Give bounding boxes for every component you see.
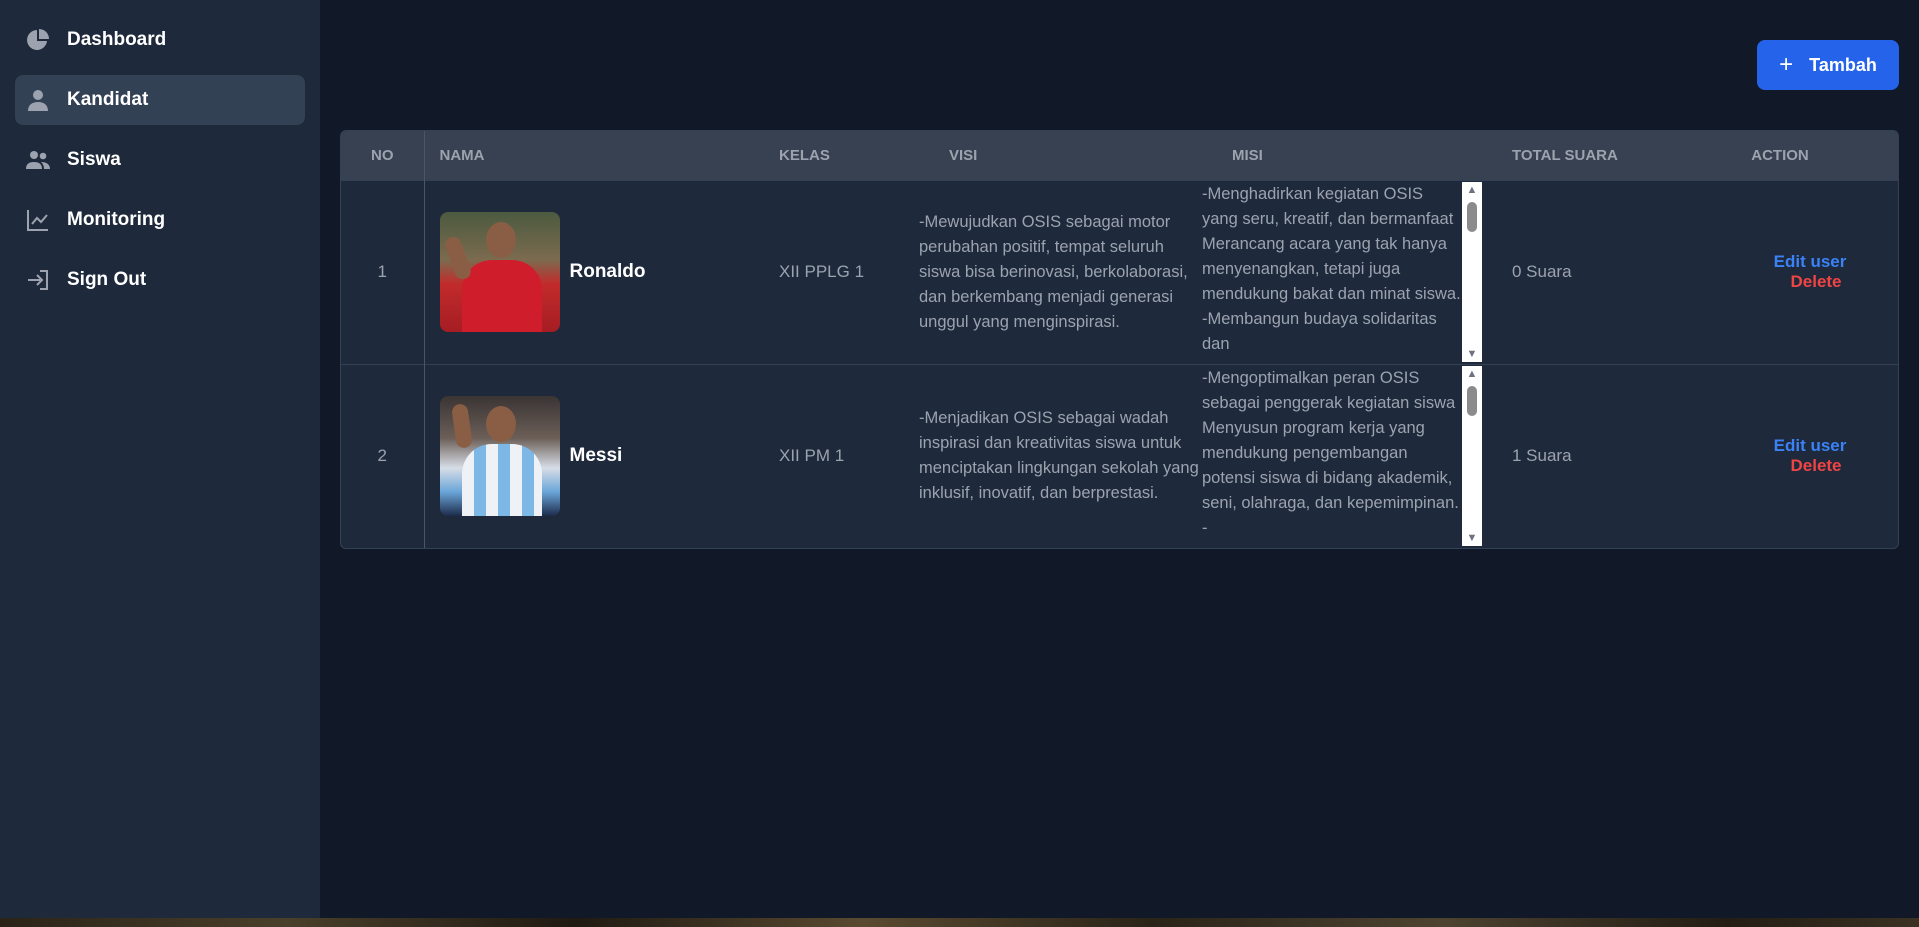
sidebar-item-dashboard[interactable]: Dashboard [15, 15, 305, 65]
scrollbar-thumb[interactable] [1467, 202, 1477, 232]
header-no: NO [341, 131, 425, 180]
user-icon [25, 87, 51, 113]
plus-icon: + [1779, 51, 1794, 78]
sidebar: Dashboard Kandidat Siswa Monitoring Sign… [0, 0, 320, 918]
header-kelas: KELAS [779, 131, 919, 180]
scrollbar-thumb[interactable] [1467, 386, 1477, 417]
main-content: + Tambah NO NAMA KELAS VISI MISI TOTAL S… [320, 0, 1919, 918]
misi-scroll-box[interactable]: -Mengoptimalkan peran OSIS sebagai pengg… [1202, 366, 1482, 547]
scroll-up-icon[interactable]: ▲ [1462, 366, 1482, 382]
misi-scroll-box[interactable]: -Menghadirkan kegiatan OSIS yang seru, k… [1202, 182, 1482, 362]
add-button-label: Tambah [1809, 54, 1877, 75]
header-visi: VISI [919, 131, 1202, 180]
row-action-cell: Edit user Delete [1722, 180, 1898, 364]
candidate-photo [439, 212, 560, 332]
add-button[interactable]: + Tambah [1757, 40, 1899, 90]
table-row: 1 Ronaldo XII PPLG 1 -Mewujudkan OSIS se… [341, 180, 1898, 364]
sidebar-item-kandidat[interactable]: Kandidat [15, 75, 305, 125]
line-chart-icon [25, 207, 51, 233]
scroll-down-icon[interactable]: ▼ [1462, 346, 1482, 362]
row-no: 2 [341, 364, 425, 548]
row-total-suara: 1 Suara [1512, 446, 1572, 466]
sidebar-item-label: Siswa [67, 149, 121, 170]
row-visi: -Mewujudkan OSIS sebagai motor perubahan… [919, 212, 1188, 331]
edit-user-link[interactable]: Edit user [1722, 436, 1898, 456]
row-no: 1 [341, 180, 425, 364]
edit-user-link[interactable]: Edit user [1722, 252, 1898, 272]
row-visi: -Menjadikan OSIS sebagai wadah inspirasi… [919, 409, 1199, 503]
sidebar-item-monitoring[interactable]: Monitoring [15, 195, 305, 245]
sidebar-item-siswa[interactable]: Siswa [15, 135, 305, 185]
scrollbar[interactable]: ▲ ▼ [1462, 366, 1482, 547]
candidate-photo [439, 396, 560, 517]
candidate-table: NO NAMA KELAS VISI MISI TOTAL SUARA ACTI… [340, 130, 1899, 549]
scroll-up-icon[interactable]: ▲ [1462, 182, 1482, 198]
sign-out-icon [25, 267, 51, 293]
row-total-suara: 0 Suara [1512, 262, 1572, 281]
candidate-name: Ronaldo [569, 261, 646, 282]
row-nama-cell: Ronaldo [424, 180, 779, 364]
delete-link[interactable]: Delete [1734, 456, 1898, 476]
row-visi-cell: -Menjadikan OSIS sebagai wadah inspirasi… [919, 364, 1202, 548]
row-misi: -Mengoptimalkan peran OSIS sebagai pengg… [1202, 369, 1459, 538]
pie-chart-icon [25, 27, 51, 53]
candidate-name: Messi [569, 445, 623, 467]
row-misi: -Menghadirkan kegiatan OSIS yang seru, k… [1202, 185, 1461, 353]
sidebar-item-sign-out[interactable]: Sign Out [15, 255, 305, 305]
sidebar-item-label: Sign Out [67, 269, 147, 290]
header-misi: MISI [1202, 131, 1482, 180]
background-strip [0, 918, 1919, 927]
sidebar-item-label: Kandidat [67, 89, 149, 110]
sidebar-item-label: Dashboard [67, 29, 167, 50]
row-nama-cell: Messi [424, 364, 779, 548]
row-kelas: XII PPLG 1 [779, 262, 865, 281]
scroll-down-icon[interactable]: ▼ [1462, 530, 1482, 546]
row-kelas: XII PM 1 [779, 446, 845, 466]
sidebar-item-label: Monitoring [67, 209, 166, 230]
row-misi-cell: -Mengoptimalkan peran OSIS sebagai pengg… [1202, 364, 1482, 548]
delete-link[interactable]: Delete [1734, 272, 1898, 292]
row-misi-cell: -Menghadirkan kegiatan OSIS yang seru, k… [1202, 180, 1482, 364]
table-header-row: NO NAMA KELAS VISI MISI TOTAL SUARA ACTI… [341, 131, 1898, 180]
row-action-cell: Edit user Delete [1722, 364, 1898, 548]
header-action: ACTION [1722, 131, 1898, 180]
header-total-suara: TOTAL SUARA [1482, 131, 1722, 180]
table-row: 2 Messi XII PM 1 -Menjadikan OSIS sebaga… [341, 364, 1898, 548]
users-icon [25, 147, 51, 173]
app-root: Dashboard Kandidat Siswa Monitoring Sign… [0, 0, 1919, 918]
scrollbar[interactable]: ▲ ▼ [1462, 182, 1482, 362]
header-nama: NAMA [424, 131, 779, 180]
row-visi-cell: -Mewujudkan OSIS sebagai motor perubahan… [919, 180, 1202, 364]
